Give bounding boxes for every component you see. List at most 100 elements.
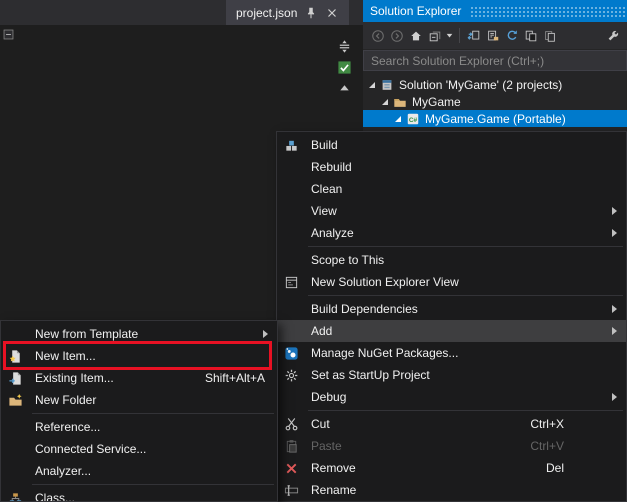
tree-item-mygame-game-portable[interactable]: C#MyGame.Game (Portable): [363, 110, 627, 127]
menu-item-set-as-startup-project[interactable]: Set as StartUp Project: [277, 364, 626, 386]
menu-item-label: Manage NuGet Packages...: [311, 346, 458, 360]
menu-item-label: Build Dependencies: [311, 302, 418, 316]
menu-item-gutter: [282, 203, 300, 219]
menu-item-build[interactable]: Build: [277, 134, 626, 156]
menu-item-label: Connected Service...: [35, 442, 146, 456]
menu-item-analyze[interactable]: Analyze: [277, 222, 626, 244]
menu-item-manage-nuget-packages[interactable]: Manage NuGet Packages...: [277, 342, 626, 364]
toolbar-button-show-all-files-icon[interactable]: [483, 26, 502, 45]
menu-item-gutter: [282, 159, 300, 175]
solution-icon: [380, 78, 394, 92]
submenu-arrow-icon: [612, 229, 617, 237]
menu-item-gutter: [282, 389, 300, 405]
toolbar-button-home-icon[interactable]: [406, 26, 425, 45]
add-submenu: New from Template New Item... Existing Ite…: [0, 320, 278, 502]
menu-separator: [308, 246, 623, 247]
file-health-ok-icon[interactable]: [337, 60, 352, 75]
expander-icon[interactable]: [382, 99, 388, 105]
menu-item-label: Cut: [311, 417, 330, 431]
remove-icon: [282, 460, 300, 476]
menu-item-label: Rebuild: [311, 160, 352, 174]
search-box: [363, 49, 627, 73]
toolbar-button-nested-files-icon[interactable]: [521, 26, 540, 45]
expander-icon[interactable]: [395, 116, 401, 122]
toolbar-button-caret-down-icon[interactable]: [444, 26, 455, 45]
menu-separator: [308, 295, 623, 296]
menu-item-gutter: [6, 326, 24, 342]
svg-text:C#: C#: [409, 116, 418, 123]
menu-separator: [32, 484, 274, 485]
toolbar-button-wrench-icon[interactable]: [603, 26, 622, 45]
document-tab[interactable]: project.json: [226, 0, 349, 25]
menu-item-new-solution-explorer-view[interactable]: New Solution Explorer View: [277, 271, 626, 293]
menu-item-rebuild[interactable]: Rebuild: [277, 156, 626, 178]
menu-item-label: New Item...: [35, 349, 96, 363]
toolbar-separator: [459, 28, 460, 43]
toolbar-button-forward-icon[interactable]: [387, 26, 406, 45]
tree-item-mygame[interactable]: MyGame: [363, 93, 627, 110]
menu-item-new-folder[interactable]: New Folder: [1, 389, 277, 411]
menu-item-add[interactable]: Add: [277, 320, 626, 342]
se-toolbar-left: [368, 26, 559, 45]
solution-explorer-titlebar[interactable]: Solution Explorer: [363, 0, 627, 22]
menu-item-clean[interactable]: Clean: [277, 178, 626, 200]
menu-item-remove[interactable]: Remove Del: [277, 457, 626, 479]
paste-icon: [282, 438, 300, 454]
nuget-icon: [282, 345, 300, 361]
refresh-icon: [505, 29, 519, 43]
menu-item-shortcut: Del: [546, 461, 564, 475]
menu-item-connected-service[interactable]: Connected Service...: [1, 438, 277, 460]
menu-item-rename[interactable]: Rename: [277, 479, 626, 501]
menu-item-label: Scope to This: [311, 253, 384, 267]
submenu-arrow-icon: [263, 330, 268, 338]
cut-icon: [282, 416, 300, 432]
menu-item-gutter: [282, 252, 300, 268]
titlebar-drag-texture: [470, 6, 625, 17]
toolbar-button-collapse-all-icon[interactable]: [425, 26, 444, 45]
menu-separator: [32, 413, 274, 414]
submenu-arrow-icon: [612, 207, 617, 215]
menu-item-label: Paste: [311, 439, 342, 453]
menu-item-label: Remove: [311, 461, 356, 475]
menu-item-label: Build: [311, 138, 338, 152]
build-icon: [282, 137, 300, 153]
scroll-up-icon[interactable]: [337, 81, 352, 96]
menu-item-paste[interactable]: Paste Ctrl+V: [277, 435, 626, 457]
menu-item-label: Add: [311, 324, 332, 338]
menu-item-class[interactable]: Class...: [1, 487, 277, 502]
menu-item-gutter: [282, 323, 300, 339]
menu-item-reference[interactable]: Reference...: [1, 416, 277, 438]
search-input[interactable]: [363, 50, 627, 71]
submenu-arrow-icon: [612, 305, 617, 313]
split-grip-icon[interactable]: [337, 39, 352, 54]
menu-item-shortcut: Ctrl+V: [530, 439, 564, 453]
csharp-project-icon: C#: [406, 112, 420, 126]
menu-item-new-from-template[interactable]: New from Template: [1, 323, 277, 345]
close-icon[interactable]: [325, 6, 339, 20]
project-context-menu: Build Rebuild CleanViewAnalyze Scope to Thi…: [276, 131, 627, 502]
toolbar-button-copy-icon[interactable]: [540, 26, 559, 45]
menu-item-gutter: [6, 441, 24, 457]
menu-item-gutter: [6, 419, 24, 435]
menu-item-cut[interactable]: CutCtrl+X: [277, 413, 626, 435]
back-icon: [371, 29, 385, 43]
menu-item-existing-item[interactable]: Existing Item...Shift+Alt+A: [1, 367, 277, 389]
nested-files-icon: [524, 29, 538, 43]
document-tab-bar: project.json: [0, 0, 363, 25]
menu-item-debug[interactable]: Debug: [277, 386, 626, 408]
expander-icon[interactable]: [369, 82, 375, 88]
menu-item-build-dependencies[interactable]: Build Dependencies: [277, 298, 626, 320]
menu-item-label: New from Template: [35, 327, 138, 341]
menu-item-analyzer[interactable]: Analyzer...: [1, 460, 277, 482]
menu-item-new-item[interactable]: New Item...: [1, 345, 277, 367]
toolbar-button-back-icon[interactable]: [368, 26, 387, 45]
pin-icon[interactable]: [304, 6, 318, 20]
tree-item-label: Solution 'MyGame' (2 projects): [399, 78, 562, 92]
tree-item-solution-mygame-2-projects[interactable]: Solution 'MyGame' (2 projects): [363, 76, 627, 93]
existing-item-icon: [6, 370, 24, 386]
menu-item-scope-to-this[interactable]: Scope to This: [277, 249, 626, 271]
menu-item-view[interactable]: View: [277, 200, 626, 222]
toolbar-button-sync-active-document-icon[interactable]: [464, 26, 483, 45]
outline-collapse-icon[interactable]: [2, 28, 15, 41]
toolbar-button-refresh-icon[interactable]: [502, 26, 521, 45]
